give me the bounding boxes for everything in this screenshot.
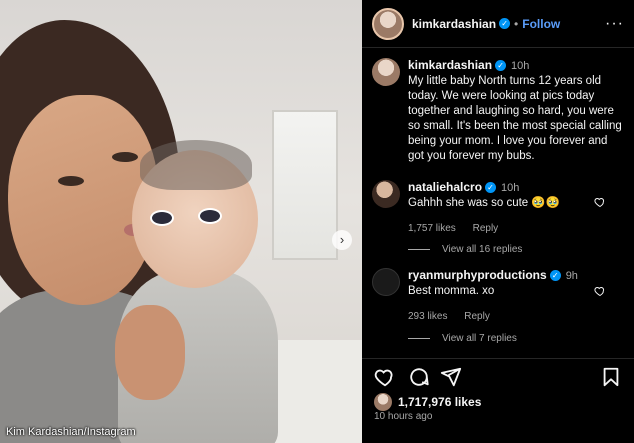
bookmark-icon[interactable] [600,366,622,388]
comment-likes[interactable]: 1,757 likes [408,223,456,234]
baby-hair [140,140,252,190]
verified-icon: ✓ [485,182,497,194]
heart-icon[interactable] [594,285,606,297]
chevron-right-icon: › [339,232,345,247]
commenter-avatar[interactable] [372,268,400,296]
liker-avatar[interactable] [374,393,392,411]
replies-divider [408,249,430,250]
view-replies-label: View all 16 replies [442,244,523,255]
more-options-icon[interactable]: ··· [605,15,624,33]
verified-icon: ✓ [549,270,561,282]
view-replies-label: View all 7 replies [442,333,517,344]
background-window [272,110,338,260]
separator-dot: • [514,16,519,31]
replies-divider [408,338,430,339]
post-side-panel: kimkardashian ✓ • Follow ··· kimkardashi… [362,0,634,443]
caption-time: 10h [511,60,530,72]
heart-icon[interactable] [594,196,606,208]
carousel-next-button[interactable]: › [332,230,352,250]
comment-text: Best momma. xo [408,285,495,297]
caption-avatar[interactable] [372,58,400,86]
commenter-avatar[interactable] [372,180,400,208]
heart-icon[interactable] [374,366,396,388]
caption-text: My little baby North turns 12 years old … [408,75,622,162]
reply-button[interactable]: Reply [464,311,490,322]
post-photo[interactable]: › Kim Kardashian/Instagram [0,0,362,443]
comment-icon[interactable] [408,366,430,388]
reply-button[interactable]: Reply [473,223,499,234]
commenter-username[interactable]: nataliehalcro [408,180,482,194]
follow-button[interactable]: Follow [522,17,560,31]
author-username[interactable]: kimkardashian [412,17,496,31]
likes-count[interactable]: 1,717,976 likes [398,395,481,409]
mother-eye-left [58,176,84,186]
post-header: kimkardashian ✓ • Follow ··· [362,0,634,48]
comment-meta: 1,757 likes Reply [408,221,560,236]
comment-item: ryanmurphyproductions ✓ 9h Best momma. xo … [372,268,578,324]
verified-icon: ✓ [495,60,507,72]
post-actions: 1,717,976 likes 10 hours ago [362,358,634,443]
mother-hand [115,305,185,400]
post-timestamp[interactable]: 10 hours ago [374,411,432,422]
caption: kimkardashian ✓ 10h My little baby North t… [372,58,624,164]
verified-icon: ✓ [499,18,511,29]
caption-username[interactable]: kimkardashian [408,58,492,72]
comments-list[interactable]: kimkardashian ✓ 10h My little baby North t… [362,48,634,358]
comment-meta: 293 likes Reply [408,309,578,324]
likes-summary: 1,717,976 likes [374,393,481,411]
view-replies-button[interactable]: View all 16 replies [408,244,522,255]
mother-eye-right [112,152,138,162]
comment-item: nataliehalcro ✓ 10h Gahhh she was so cute … [372,180,560,236]
share-icon[interactable] [440,366,462,388]
comment-text: Gahhh she was so cute 🥹🥹 [408,197,561,209]
baby-eye-right [200,210,220,222]
view-replies-button[interactable]: View all 7 replies [408,333,517,344]
photo-credit: Kim Kardashian/Instagram [6,426,136,438]
comment-time: 10h [501,182,520,194]
comment-likes[interactable]: 293 likes [408,311,447,322]
baby-eye-left [152,212,172,224]
comment-time: 9h [565,270,578,282]
action-icons [374,366,624,388]
author-avatar[interactable] [372,7,404,40]
commenter-username[interactable]: ryanmurphyproductions [408,268,547,282]
